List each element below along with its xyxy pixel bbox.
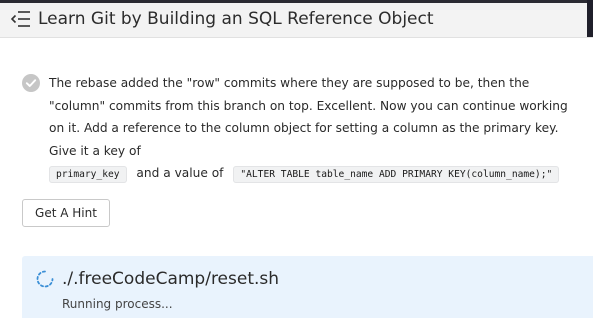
- step-text-part-1: The rebase added the "row" commits where…: [49, 76, 568, 158]
- page-title: Learn Git by Building an SQL Reference O…: [38, 9, 434, 29]
- window-top-strip: [0, 0, 593, 3]
- step-description: The rebase added the "row" commits where…: [49, 72, 579, 187]
- get-hint-button[interactable]: Get A Hint: [22, 199, 110, 227]
- header-bar: Learn Git by Building an SQL Reference O…: [0, 0, 593, 38]
- process-status: Running process...: [62, 297, 173, 311]
- process-panel: ./.freeCodeCamp/reset.sh Running process…: [22, 256, 593, 318]
- value-code: "ALTER TABLE table_name ADD PRIMARY KEY(…: [233, 166, 560, 183]
- window-corner: [587, 0, 593, 37]
- spinner-icon: [36, 270, 54, 288]
- step-text-part-2: and a value of: [136, 166, 224, 180]
- check-circle-icon: [22, 74, 40, 92]
- process-command: ./.freeCodeCamp/reset.sh: [62, 269, 280, 289]
- key-code: primary_key: [49, 166, 127, 183]
- menu-collapse-icon[interactable]: [11, 10, 31, 28]
